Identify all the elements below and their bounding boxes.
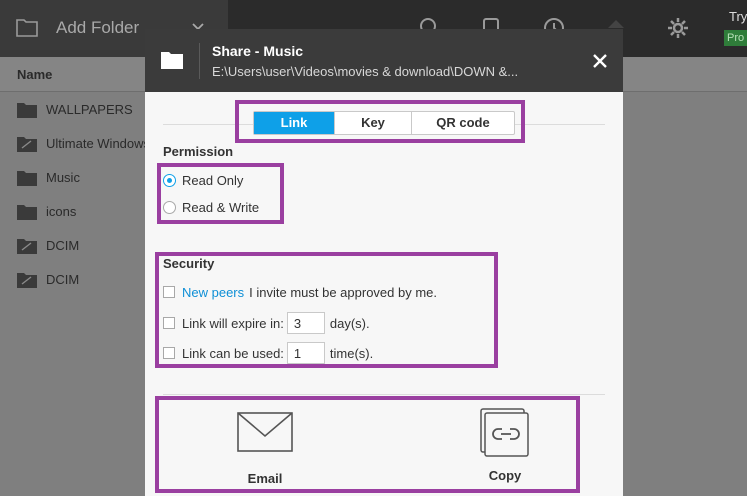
security-title: Security bbox=[163, 256, 215, 271]
list-item-name: Music bbox=[46, 170, 80, 185]
uses-unit: time(s). bbox=[329, 345, 374, 361]
dialog-title: Share - Music bbox=[212, 43, 304, 59]
tab-link[interactable]: Link bbox=[254, 112, 334, 134]
expire-label: Link will expire in: bbox=[182, 315, 284, 331]
folder-icon bbox=[161, 52, 183, 69]
name-column-header[interactable]: Name bbox=[17, 67, 52, 82]
read-write-label[interactable]: Read & Write bbox=[182, 200, 259, 215]
gear-icon[interactable] bbox=[666, 16, 690, 40]
dialog-header: Share - Music E:\Users\user\Videos\movie… bbox=[145, 29, 623, 92]
expire-row: Link will expire in: day(s). bbox=[163, 312, 370, 334]
close-icon[interactable] bbox=[591, 52, 609, 70]
new-peers-link[interactable]: New peers bbox=[182, 285, 244, 300]
uses-count-input[interactable] bbox=[286, 342, 325, 364]
list-item[interactable]: DCIM bbox=[0, 229, 160, 263]
folder-icon bbox=[17, 205, 37, 220]
folder-sync-icon bbox=[17, 273, 37, 288]
email-label[interactable]: Email bbox=[220, 471, 310, 486]
pro-badge[interactable]: Pro bbox=[724, 30, 747, 46]
folder-icon bbox=[17, 171, 37, 186]
folder-sync-icon bbox=[17, 239, 37, 254]
envelope-icon bbox=[237, 412, 293, 452]
list-item-name: Ultimate Windows bbox=[46, 136, 151, 151]
add-folder-label[interactable]: Add Folder bbox=[56, 18, 139, 38]
expire-unit: day(s). bbox=[329, 315, 370, 331]
list-item-name: WALLPAPERS bbox=[46, 102, 133, 117]
copy-label[interactable]: Copy bbox=[460, 468, 550, 483]
approval-text: I invite must be approved by me. bbox=[249, 284, 438, 300]
expire-days-input[interactable] bbox=[286, 312, 325, 334]
list-item[interactable]: WALLPAPERS bbox=[0, 93, 160, 127]
list-item-name: DCIM bbox=[46, 272, 80, 287]
approval-row: New peers I invite must be approved by m… bbox=[163, 281, 437, 303]
list-item-name: DCIM bbox=[46, 238, 80, 253]
permission-title: Permission bbox=[163, 144, 234, 159]
email-button[interactable]: Email bbox=[220, 411, 310, 491]
share-dialog: Share - Music E:\Users\user\Videos\movie… bbox=[145, 29, 623, 496]
folder-icon bbox=[16, 19, 38, 37]
folder-sync-icon bbox=[17, 137, 37, 152]
share-method-tabs: Link Key QR code bbox=[253, 111, 515, 135]
tab-qr-code[interactable]: QR code bbox=[411, 112, 514, 134]
read-only-radio[interactable] bbox=[163, 173, 176, 187]
uses-label: Link can be used: bbox=[182, 345, 284, 361]
uses-row: Link can be used: time(s). bbox=[163, 342, 373, 364]
read-only-option[interactable]: Read Only bbox=[163, 171, 243, 189]
folder-icon bbox=[17, 103, 37, 118]
read-write-option[interactable]: Read & Write bbox=[163, 198, 259, 216]
approval-checkbox[interactable] bbox=[163, 286, 175, 298]
try-label[interactable]: Try bbox=[729, 9, 747, 24]
read-only-label[interactable]: Read Only bbox=[182, 173, 243, 188]
tab-key[interactable]: Key bbox=[334, 112, 411, 134]
expire-checkbox[interactable] bbox=[163, 317, 175, 329]
list-item[interactable]: Ultimate Windows bbox=[0, 127, 160, 161]
folder-path: E:\Users\user\Videos\movies & download\D… bbox=[212, 64, 519, 79]
list-item[interactable]: icons bbox=[0, 195, 160, 229]
copy-button[interactable]: Copy bbox=[460, 408, 550, 488]
header-divider bbox=[199, 43, 200, 79]
share-divider bbox=[163, 394, 605, 395]
uses-checkbox[interactable] bbox=[163, 347, 175, 359]
list-item-name: icons bbox=[46, 204, 77, 219]
list-item[interactable]: Music bbox=[0, 161, 160, 195]
copy-link-icon bbox=[480, 408, 529, 457]
read-write-radio[interactable] bbox=[163, 200, 176, 214]
list-item[interactable]: DCIM bbox=[0, 263, 160, 297]
